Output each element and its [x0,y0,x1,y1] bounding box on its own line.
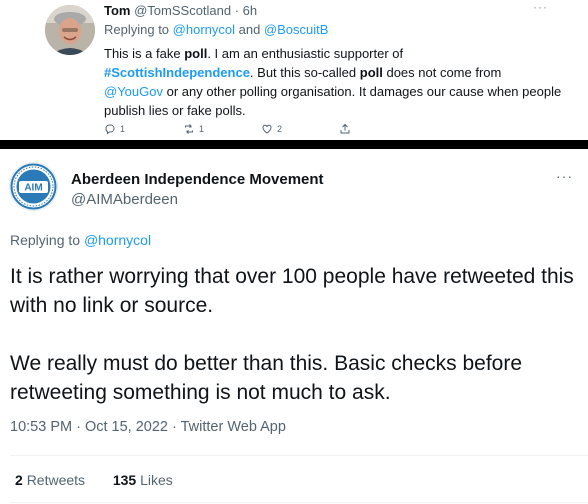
heart-icon [262,124,272,134]
avatar[interactable]: AIM [9,162,58,211]
reply-icon [105,124,115,135]
replying-to: Replying to @hornycol and @BoscuitB [104,22,329,37]
replying-to: Replying to @hornycol [10,232,152,248]
reply-count: 1 [120,124,126,134]
mention-link[interactable]: @hornycol [173,22,235,37]
tweet-text: It is rather worrying that over 100 peop… [10,262,588,407]
tweet-text: This is a fake poll. I am an enthusiasti… [104,46,562,118]
tweet-paragraph: We really must do better than this. Basi… [10,352,523,404]
share-icon [340,123,350,134]
handle-time[interactable]: @TomSScotland · 6h [134,3,257,18]
retweet-icon [185,124,193,134]
retweet-count: 1 [199,124,205,134]
more-options-icon[interactable]: ··· [533,0,548,14]
tweet-paragraph: It is rather worrying that over 100 peop… [10,265,574,317]
mention-link[interactable]: @hornycol [84,232,151,248]
more-options-icon[interactable]: ··· [556,168,573,184]
mention-link[interactable]: @YouGov [104,84,163,99]
reply-button[interactable]: 1 [104,123,125,135]
avatar[interactable] [45,5,95,55]
quoted-tweet[interactable]: Tom @TomSScotland · 6h ··· Replying to @… [0,0,588,140]
divider [10,455,588,456]
avatar-text: AIM [24,183,42,194]
action-bar: 1 1 2 [104,123,404,139]
divider [10,502,588,503]
retweets-stat[interactable]: 2 Retweets [15,472,85,488]
handle[interactable]: @AIMAberdeen [71,191,178,208]
display-name[interactable]: Tom [104,3,130,18]
like-button[interactable]: 2 [261,123,282,135]
likes-stat[interactable]: 135 Likes [113,472,173,488]
engagement-stats: 2 Retweets 135 Likes [15,472,173,488]
section-divider [0,140,588,149]
like-count: 2 [277,124,283,134]
hashtag-link[interactable]: #ScottishIndependence [104,65,250,80]
mention-link[interactable]: @BoscuitB [264,22,329,37]
display-name[interactable]: Aberdeen Independence Movement [71,171,324,188]
tweet-timestamp[interactable]: 10:53 PM · Oct 15, 2022 · Twitter Web Ap… [10,419,286,435]
author-row: Tom @TomSScotland · 6h [104,3,257,18]
aim-logo: AIM [10,163,57,210]
share-button[interactable] [339,123,351,135]
retweet-button[interactable]: 1 [183,123,204,135]
